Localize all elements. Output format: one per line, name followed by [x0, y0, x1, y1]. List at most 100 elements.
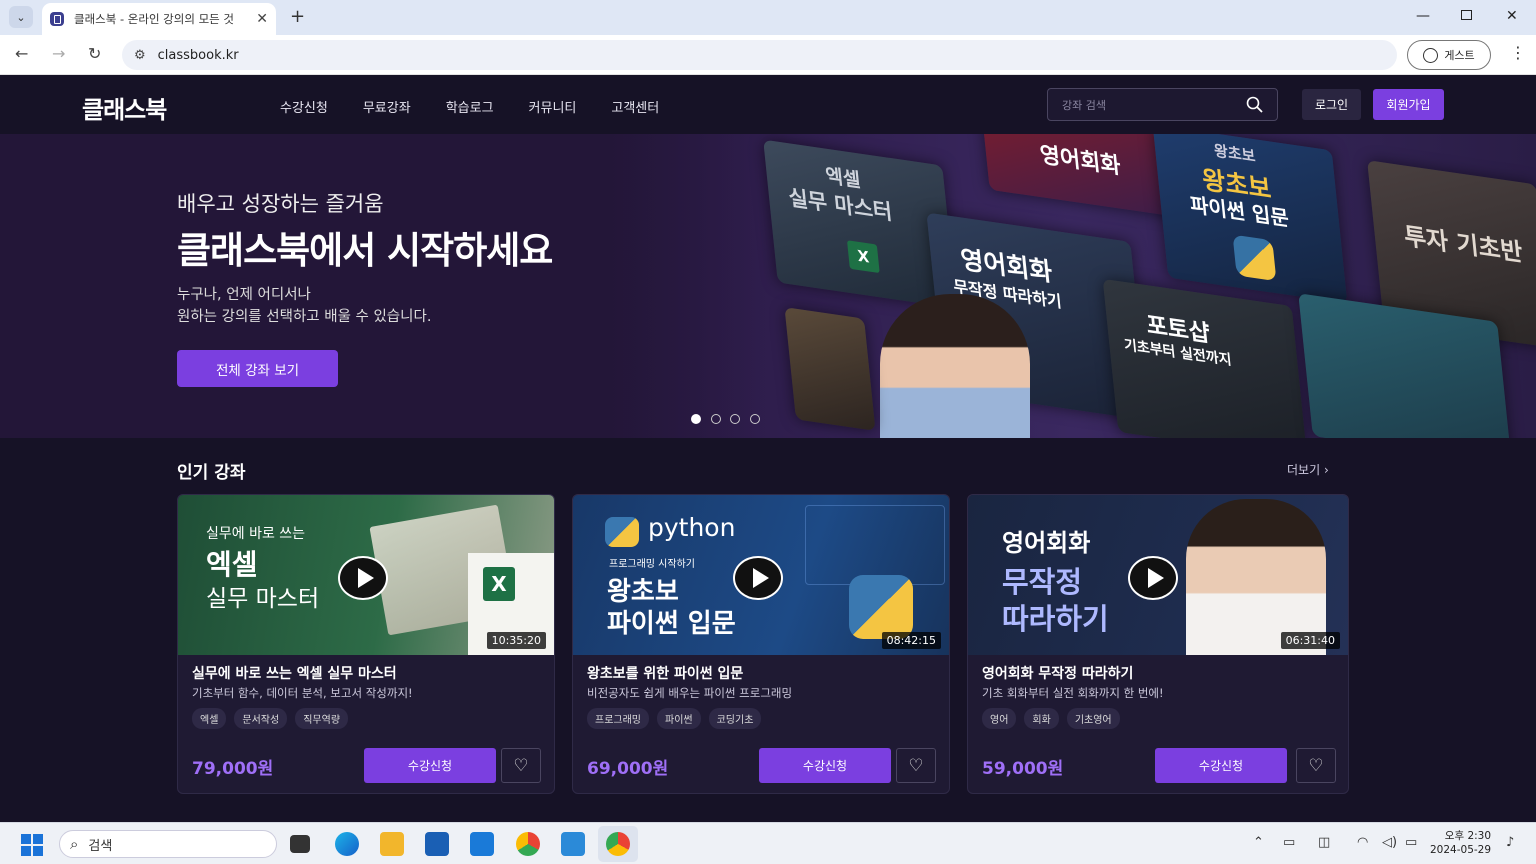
- tab-title: 클래스북 - 온라인 강의의 모든 것: [74, 12, 234, 26]
- nav-item-log[interactable]: 학습로그: [446, 97, 494, 116]
- forward-arrow-icon[interactable]: →: [52, 44, 65, 63]
- course-tags: 영어 회화 기초영어: [982, 708, 1120, 729]
- clock-time: 오후 2:30: [1444, 830, 1492, 842]
- poster-python: 왕초보 왕초보 파이썬 입문: [1152, 134, 1348, 304]
- browser-tab-bar: ⌄ 클래스북 - 온라인 강의의 모든 것 ✕ + — ✕: [0, 0, 1536, 35]
- restore-icon[interactable]: [1461, 10, 1472, 20]
- notification-bell-icon[interactable]: ♪: [1506, 835, 1514, 850]
- reload-icon[interactable]: ↻: [88, 44, 101, 63]
- enroll-button[interactable]: 수강신청: [364, 748, 496, 783]
- guest-label: 게스트: [1444, 49, 1475, 62]
- tag[interactable]: 영어: [982, 708, 1017, 729]
- hero-subtitle: 배우고 성장하는 즐거움: [177, 192, 384, 216]
- tag[interactable]: 코딩기초: [708, 708, 762, 729]
- tag[interactable]: 기초영어: [1066, 708, 1120, 729]
- edge-browser-icon[interactable]: [335, 832, 359, 856]
- thumb-big-text-1: 영어회화: [1002, 529, 1091, 557]
- search-icon[interactable]: [1246, 96, 1263, 113]
- thumb-big-text-2: 무작정: [1002, 565, 1083, 599]
- course-thumbnail[interactable]: X 실무에 바로 쓰는 엑셀 실무 마스터 10:35:20: [178, 495, 554, 655]
- site-settings-icon[interactable]: ⚙: [134, 48, 146, 63]
- minimize-icon[interactable]: —: [1416, 8, 1430, 24]
- more-link[interactable]: 더보기 ›: [1287, 461, 1329, 478]
- course-thumbnail[interactable]: 영어회화 무작정 따라하기 06:31:40: [968, 495, 1348, 655]
- play-button-icon[interactable]: [733, 556, 783, 600]
- nav-item-community[interactable]: 커뮤니티: [529, 97, 577, 116]
- address-bar[interactable]: ⚙ classbook.kr: [122, 40, 1397, 70]
- course-price: 69,000원: [587, 759, 669, 779]
- tag[interactable]: 회화: [1024, 708, 1059, 729]
- task-view-icon[interactable]: [290, 835, 310, 853]
- chrome-icon[interactable]: [606, 832, 630, 856]
- heart-icon[interactable]: ♡: [896, 748, 936, 783]
- thumb-brand-text: python: [648, 513, 736, 542]
- file-explorer-icon[interactable]: [380, 832, 404, 856]
- slide-dot-4[interactable]: [750, 414, 760, 424]
- course-price: 59,000원: [982, 759, 1064, 779]
- course-card-english[interactable]: 영어회화 무작정 따라하기 06:31:40 영어회화 무작정 따라하기 기초 …: [967, 494, 1349, 794]
- store-icon[interactable]: [425, 832, 449, 856]
- duration-badge: 06:31:40: [1280, 632, 1340, 649]
- tray-app-icon[interactable]: ▭: [1283, 835, 1295, 850]
- course-title[interactable]: 영어회화 무작정 따라하기: [982, 663, 1133, 683]
- start-windows-icon[interactable]: [21, 834, 43, 856]
- gallery-icon[interactable]: [561, 832, 585, 856]
- slide-dot-2[interactable]: [711, 414, 721, 424]
- tray-chevron-up-icon[interactable]: ⌃: [1253, 835, 1264, 850]
- enroll-button[interactable]: 수강신청: [759, 748, 891, 783]
- taskbar-search-input[interactable]: ⌕ 검색: [59, 830, 277, 858]
- play-button-icon[interactable]: [338, 556, 388, 600]
- volume-icon[interactable]: ◁): [1382, 835, 1397, 850]
- play-button-icon[interactable]: [1128, 556, 1178, 600]
- wifi-icon[interactable]: ◠: [1357, 835, 1368, 850]
- chevron-right-icon: ›: [1323, 463, 1329, 477]
- enroll-button[interactable]: 수강신청: [1155, 748, 1287, 783]
- nav-item-free[interactable]: 무료강좌: [363, 97, 411, 116]
- course-search-input[interactable]: 강좌 검색: [1047, 88, 1278, 121]
- new-tab-button[interactable]: +: [290, 6, 305, 27]
- tab-close-icon[interactable]: ✕: [256, 11, 268, 27]
- heart-icon[interactable]: ♡: [501, 748, 541, 783]
- photos-app-icon[interactable]: [516, 832, 540, 856]
- browser-menu-icon[interactable]: ⋮: [1510, 43, 1526, 62]
- login-button[interactable]: 로그인: [1302, 89, 1361, 120]
- hero-title: 클래스북에서 시작하세요: [177, 229, 553, 272]
- view-all-courses-button[interactable]: 전체 강좌 보기: [177, 350, 338, 387]
- course-card-python[interactable]: python 프로그래밍 시작하기 왕초보 파이썬 입문 08:42:15 왕초…: [572, 494, 950, 794]
- search-icon: ⌕: [70, 835, 79, 853]
- back-arrow-icon[interactable]: ←: [15, 44, 28, 63]
- slide-dot-1[interactable]: [691, 414, 701, 424]
- course-thumbnail[interactable]: python 프로그래밍 시작하기 왕초보 파이썬 입문 08:42:15: [573, 495, 949, 655]
- tag[interactable]: 파이썬: [657, 708, 701, 729]
- course-card-excel[interactable]: X 실무에 바로 쓰는 엑셀 실무 마스터 10:35:20 실무에 바로 쓰는…: [177, 494, 555, 794]
- slide-dot-3[interactable]: [730, 414, 740, 424]
- battery-icon[interactable]: ▭: [1405, 835, 1417, 850]
- signup-button[interactable]: 회원가입: [1373, 89, 1444, 120]
- tag[interactable]: 직무역량: [295, 708, 349, 729]
- course-price: 79,000원: [192, 759, 274, 779]
- profile-icon: [1423, 47, 1439, 63]
- site-logo[interactable]: 클래스북: [82, 90, 167, 125]
- taskbar-clock[interactable]: 오후 2:30 2024-05-29: [1430, 829, 1491, 857]
- tag[interactable]: 엑셀: [192, 708, 227, 729]
- tag[interactable]: 문서작성: [234, 708, 288, 729]
- tab-search-chevron-icon[interactable]: ⌄: [9, 6, 33, 28]
- hero-overlay: [0, 134, 760, 438]
- mail-icon[interactable]: [470, 832, 494, 856]
- more-label: 더보기: [1287, 463, 1321, 477]
- windows-taskbar: ⌕ 검색 ⌃ ▭ ◫ ◠ ◁) ▭ 오후 2:30 2024-05-29 ♪: [0, 822, 1536, 864]
- course-title[interactable]: 왕초보를 위한 파이썬 입문: [587, 663, 743, 683]
- guest-profile-button[interactable]: 게스트: [1407, 40, 1491, 70]
- course-desc: 기초 회화부터 실전 회화까지 한 번에!: [982, 686, 1164, 700]
- nav-item-enroll[interactable]: 수강신청: [280, 97, 328, 116]
- window-close-icon[interactable]: ✕: [1506, 8, 1518, 24]
- poster-people: [784, 307, 876, 431]
- tray-notify-icon[interactable]: ◫: [1318, 835, 1330, 850]
- browser-tab[interactable]: 클래스북 - 온라인 강의의 모든 것 ✕: [42, 3, 276, 35]
- course-title[interactable]: 실무에 바로 쓰는 엑셀 실무 마스터: [192, 663, 397, 683]
- hero-banner: 엑셀 실무 마스터 X 영어회화 왕초보 왕초보 파이썬 입문 투자 기초반 영…: [0, 134, 1536, 438]
- tag[interactable]: 프로그래밍: [587, 708, 649, 729]
- heart-icon[interactable]: ♡: [1296, 748, 1336, 783]
- nav-item-support[interactable]: 고객센터: [611, 97, 659, 116]
- url-text: classbook.kr: [157, 47, 239, 63]
